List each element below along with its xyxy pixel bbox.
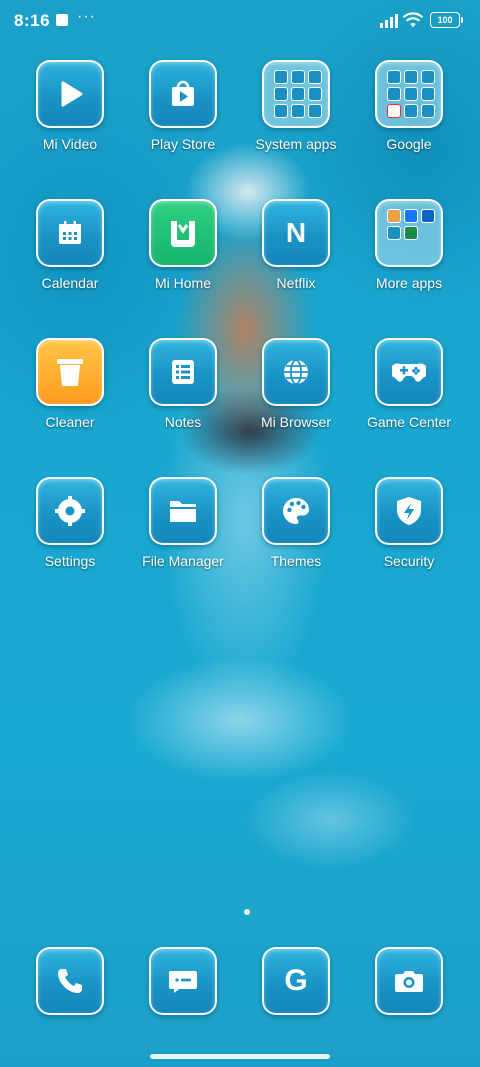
calendar-icon [36, 199, 104, 267]
app-label: Themes [270, 553, 322, 569]
notes-icon [149, 338, 217, 406]
app-label: System apps [255, 136, 337, 152]
app-label: More apps [375, 275, 443, 291]
wifi-icon [402, 12, 424, 28]
status-time: 8:16 [14, 11, 51, 30]
app-label: Notes [164, 414, 202, 430]
folder-more-apps[interactable]: More apps [353, 199, 465, 319]
app-label: Mi Video [42, 136, 98, 152]
netflix-icon: N [262, 199, 330, 267]
dock-phone[interactable] [14, 947, 126, 1017]
folder-file-icon [149, 477, 217, 545]
page-indicator [244, 909, 250, 915]
message-icon [149, 947, 217, 1015]
folder-icon [375, 60, 443, 128]
app-label: Mi Browser [260, 414, 331, 430]
app-label: Play Store [150, 136, 216, 152]
play-icon [36, 60, 104, 128]
folder-google[interactable]: Google [353, 60, 465, 180]
battery-icon: 100 [430, 12, 463, 28]
app-cleaner[interactable]: Cleaner [14, 338, 126, 458]
app-play-store[interactable]: Play Store [127, 60, 239, 180]
play-store-icon [149, 60, 217, 128]
app-label: Cleaner [45, 414, 95, 430]
app-game-center[interactable]: Game Center [353, 338, 465, 458]
app-label: File Manager [142, 553, 224, 569]
signal-icon [380, 13, 400, 28]
app-themes[interactable]: Themes [240, 477, 352, 597]
palette-icon [262, 477, 330, 545]
app-label: Calendar [41, 275, 99, 291]
app-file-manager[interactable]: File Manager [127, 477, 239, 597]
app-mi-browser[interactable]: Mi Browser [240, 338, 352, 458]
gesture-navigation-bar[interactable] [150, 1054, 330, 1059]
app-notes[interactable]: Notes [127, 338, 239, 458]
app-label: Netflix [276, 275, 316, 291]
app-label: Google [386, 136, 432, 152]
status-bar: 8:16 ··· 100 [0, 0, 480, 42]
folder-system-apps[interactable]: System apps [240, 60, 352, 180]
shield-icon [375, 477, 443, 545]
mi-home-icon [149, 199, 217, 267]
dock-camera[interactable] [353, 947, 465, 1017]
google-icon: G [262, 947, 330, 1015]
gear-icon [36, 477, 104, 545]
folder-icon [375, 199, 443, 267]
notification-icon [56, 14, 68, 26]
camera-icon [375, 947, 443, 1015]
gamepad-icon [375, 338, 443, 406]
globe-icon [262, 338, 330, 406]
phone-icon [36, 947, 104, 1015]
app-label: Settings [44, 553, 96, 569]
app-label: Game Center [366, 414, 452, 430]
more-notifications-indicator: ··· [77, 8, 96, 25]
dock-google[interactable]: G [240, 947, 352, 1017]
app-settings[interactable]: Settings [14, 477, 126, 597]
dock-messages[interactable] [127, 947, 239, 1017]
app-security[interactable]: Security [353, 477, 465, 597]
trash-icon [36, 338, 104, 406]
folder-icon [262, 60, 330, 128]
app-label: Security [383, 553, 435, 569]
app-mi-home[interactable]: Mi Home [127, 199, 239, 319]
app-calendar[interactable]: Calendar [14, 199, 126, 319]
app-netflix[interactable]: N Netflix [240, 199, 352, 319]
app-mi-video[interactable]: Mi Video [14, 60, 126, 180]
app-label: Mi Home [154, 275, 211, 291]
